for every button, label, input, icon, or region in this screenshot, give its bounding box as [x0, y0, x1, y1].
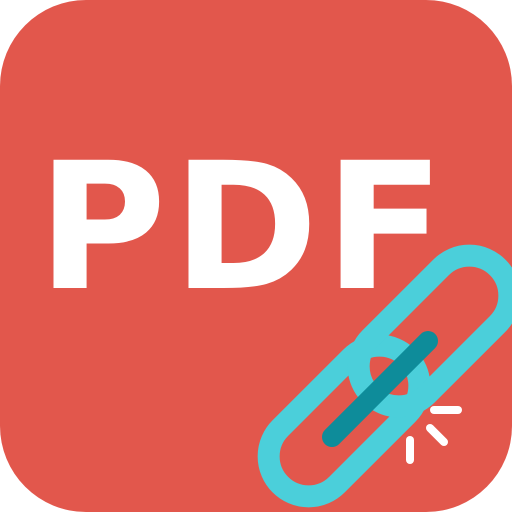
chain-link-icon	[257, 244, 512, 508]
pdf-link-app-icon[interactable]: PDF	[0, 0, 512, 512]
